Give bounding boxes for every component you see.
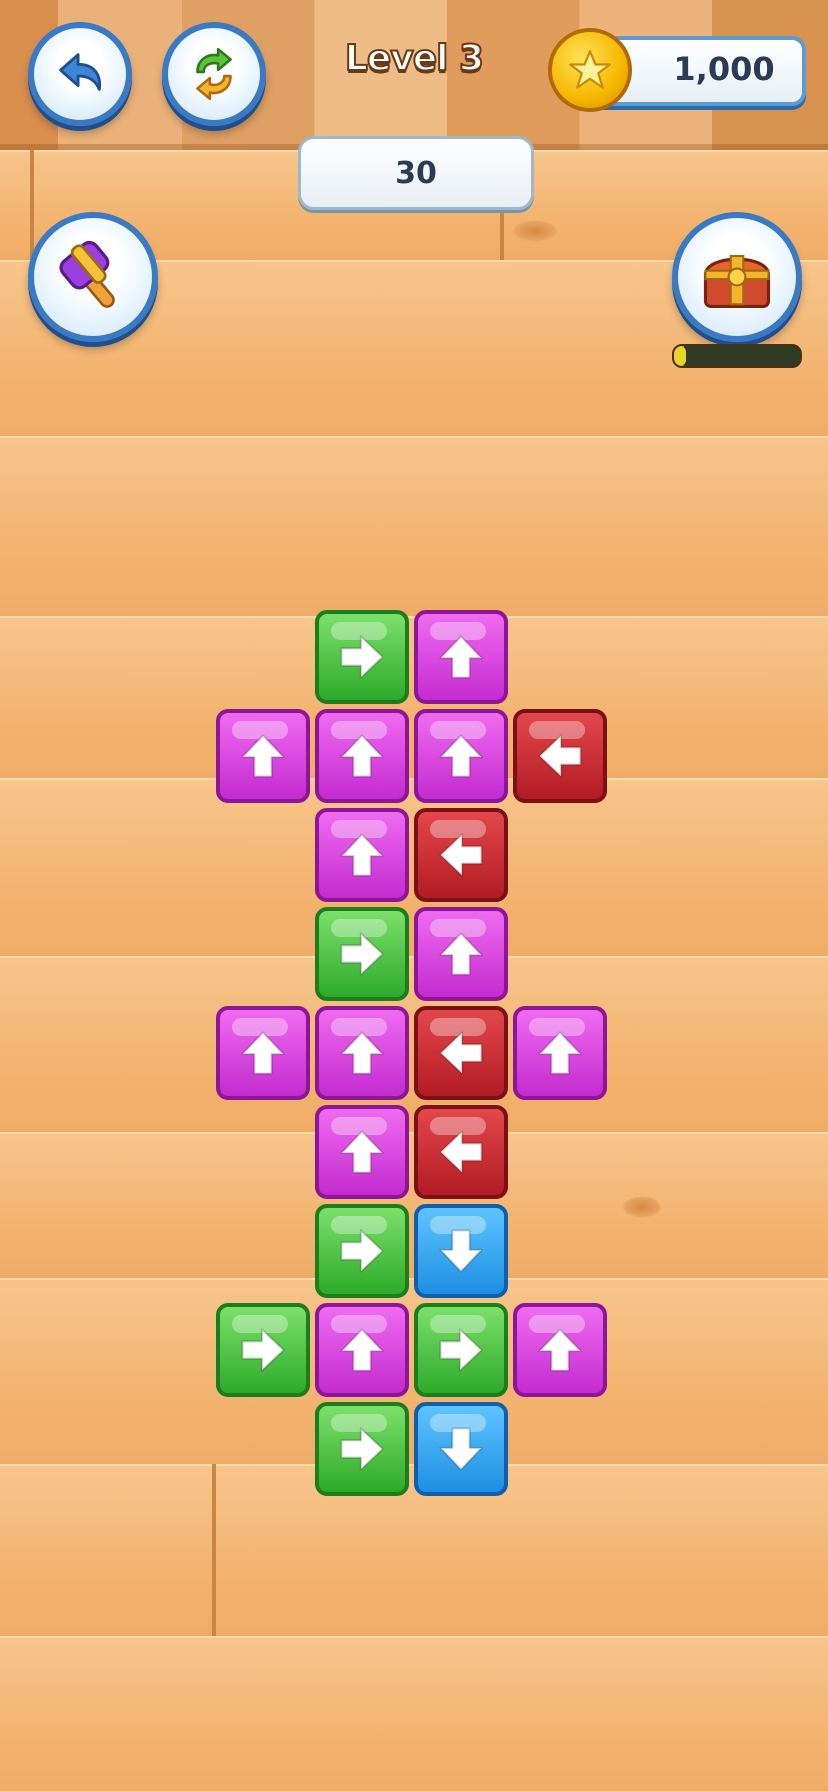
arrow-left-icon: [439, 1130, 483, 1174]
arrow-up-icon: [340, 833, 384, 877]
treasure-chest-button[interactable]: [672, 212, 802, 342]
arrow-tile-blue-down[interactable]: [414, 1204, 508, 1298]
chest-progress-bar: [672, 344, 802, 368]
arrow-tile-pink-up[interactable]: [315, 1105, 409, 1199]
arrow-tile-pink-up[interactable]: [414, 709, 508, 803]
arrow-left-icon: [439, 833, 483, 877]
arrow-tile-pink-up[interactable]: [315, 1006, 409, 1100]
arrow-tile-red-left[interactable]: [414, 1105, 508, 1199]
arrow-right-icon: [439, 1328, 483, 1372]
arrow-up-icon: [340, 734, 384, 778]
arrow-up-icon: [439, 635, 483, 679]
arrow-tile-green-right[interactable]: [414, 1303, 508, 1397]
wood-knot: [622, 1196, 662, 1218]
arrow-up-icon: [538, 1328, 582, 1372]
back-button[interactable]: [28, 22, 132, 126]
wood-plank: [0, 1464, 828, 1640]
arrow-left-icon: [439, 1031, 483, 1075]
arrow-tile-pink-up[interactable]: [315, 709, 409, 803]
wood-plank: [0, 1636, 828, 1791]
arrow-tile-pink-up[interactable]: [216, 709, 310, 803]
arrow-up-icon: [340, 1130, 384, 1174]
level-title: Level 3: [344, 37, 485, 80]
refresh-icon: [196, 47, 232, 101]
progress-tip: [674, 346, 686, 366]
arrow-up-icon: [439, 932, 483, 976]
moves-counter: 30: [298, 136, 534, 210]
arrow-tile-pink-up[interactable]: [315, 808, 409, 902]
arrow-tile-pink-up[interactable]: [414, 907, 508, 1001]
arrow-left-icon: [538, 734, 582, 778]
star-icon: [569, 50, 611, 89]
arrow-up-icon: [340, 1328, 384, 1372]
arrow-up-icon: [439, 734, 483, 778]
plank-seam: [212, 1464, 216, 1636]
arrow-right-icon: [340, 932, 384, 976]
coin-value: 1,000: [673, 50, 775, 88]
arrow-down-icon: [439, 1229, 483, 1273]
arrow-up-icon: [340, 1031, 384, 1075]
arrow-tile-green-right[interactable]: [315, 610, 409, 704]
arrow-tile-green-right[interactable]: [315, 907, 409, 1001]
plank-seam: [30, 150, 34, 260]
star-coin-icon: [548, 28, 632, 112]
treasure-chest-icon: [703, 254, 771, 308]
arrow-tile-pink-up[interactable]: [414, 610, 508, 704]
arrow-tile-blue-down[interactable]: [414, 1402, 508, 1496]
arrow-up-icon: [241, 1031, 285, 1075]
arrow-tile-pink-up[interactable]: [513, 1303, 607, 1397]
back-arrow-icon: [59, 53, 102, 91]
arrow-tile-red-left[interactable]: [414, 1006, 508, 1100]
arrow-tile-green-right[interactable]: [315, 1204, 409, 1298]
wood-plank: [0, 436, 828, 620]
hammer-booster-button[interactable]: [28, 212, 158, 342]
wood-knot: [512, 220, 558, 242]
arrow-tile-red-left[interactable]: [513, 709, 607, 803]
arrow-tile-green-right[interactable]: [315, 1402, 409, 1496]
arrow-tile-pink-up[interactable]: [513, 1006, 607, 1100]
arrow-right-icon: [340, 1229, 384, 1273]
moves-value: 30: [395, 155, 437, 191]
arrow-tile-red-left[interactable]: [414, 808, 508, 902]
arrow-right-icon: [241, 1328, 285, 1372]
hammer-icon: [59, 240, 115, 308]
restart-button[interactable]: [162, 22, 266, 126]
arrow-tile-green-right[interactable]: [216, 1303, 310, 1397]
arrow-tile-pink-up[interactable]: [216, 1006, 310, 1100]
arrow-right-icon: [340, 635, 384, 679]
arrow-tile-pink-up[interactable]: [315, 1303, 409, 1397]
arrow-up-icon: [538, 1031, 582, 1075]
arrow-up-icon: [241, 734, 285, 778]
arrow-down-icon: [439, 1427, 483, 1471]
arrow-right-icon: [340, 1427, 384, 1471]
